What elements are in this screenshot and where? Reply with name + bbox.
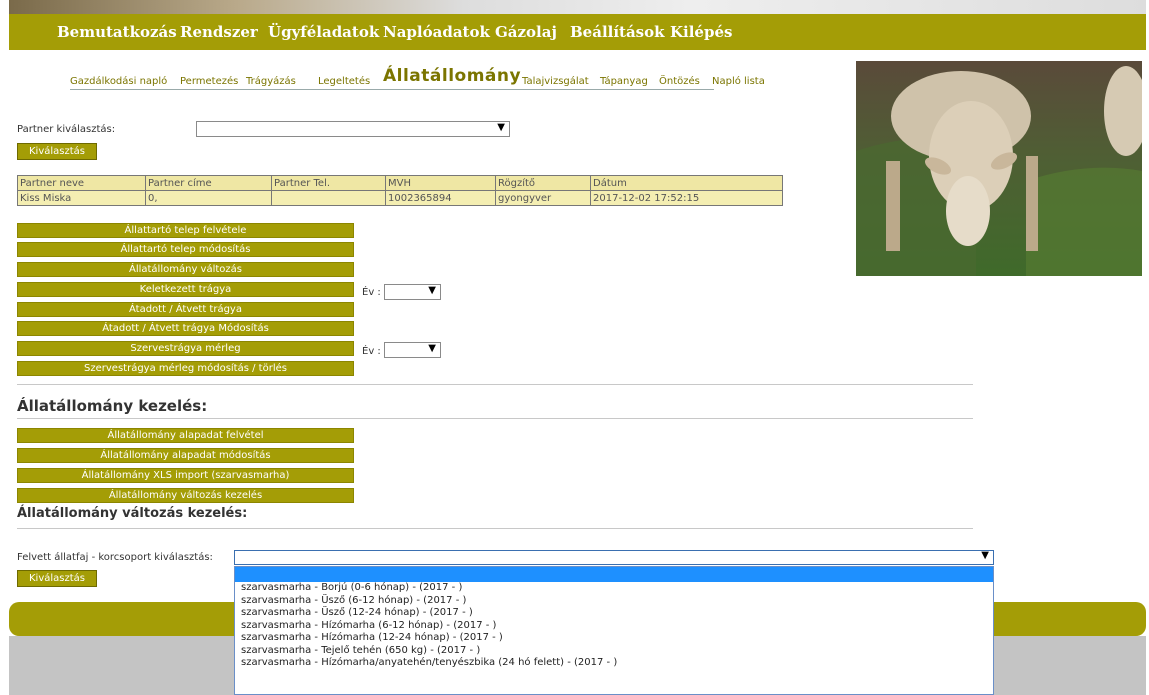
dropdown-option[interactable]: szarvasmarha - Hízómarha (12-24 hónap) -…	[235, 632, 993, 645]
submenu-allatallomany-active[interactable]: Állatállomány	[383, 66, 521, 86]
menu-item-gazolaj[interactable]: Gázolaj	[495, 23, 557, 41]
table-cell: 1002365894	[385, 190, 496, 206]
year-label: Év :	[362, 287, 381, 298]
partner-select[interactable]: ▼	[196, 121, 510, 137]
dropdown-option[interactable]: szarvasmarha - Üsző (6-12 hónap) - (2017…	[235, 595, 993, 608]
atadott-atvett-tragya-modositas-button[interactable]: Átadott / Átvett trágya Módosítás	[17, 321, 354, 336]
section-title-allatallomany-kezeles: Állatállomány kezelés:	[17, 397, 208, 415]
table-cell: 2017-12-02 17:52:15	[590, 190, 783, 206]
menu-item-beallitasok[interactable]: Beállítások	[570, 23, 665, 41]
alapadat-modositas-button[interactable]: Állatállomány alapadat módosítás	[17, 448, 354, 463]
menu-item-rendszer[interactable]: Rendszer	[180, 23, 258, 41]
submenu-legeltetes[interactable]: Legeltetés	[318, 76, 370, 87]
header-banner-strip	[9, 0, 1146, 14]
table-cell: 0,	[145, 190, 272, 206]
dropdown-option[interactable]: szarvasmarha - Üsző (12-24 hónap) - (201…	[235, 607, 993, 620]
allatallomany-valtozas-button[interactable]: Állatállomány változás	[17, 262, 354, 277]
divider	[17, 528, 973, 529]
menu-item-bemutatkozas[interactable]: Bemutatkozás	[57, 23, 177, 41]
allatfaj-korcsoport-select[interactable]: ▼	[234, 550, 994, 565]
sheep-photo	[856, 61, 1142, 276]
submenu-gazdalkodasi-naplo[interactable]: Gazdálkodási napló	[70, 76, 167, 87]
valtozas-kezeles-button[interactable]: Állatállomány változás kezelés	[17, 488, 354, 503]
year-select-tragya[interactable]: ▼	[384, 284, 441, 300]
table-row[interactable]: Kiss Miska 0, 1002365894 gyongyver 2017-…	[17, 190, 783, 206]
allattarto-telep-felvetele-button[interactable]: Állattartó telep felvétele	[17, 223, 354, 238]
dropdown-option[interactable]: szarvasmarha - Hízómarha (6-12 hónap) - …	[235, 620, 993, 633]
table-header-row: Partner neve Partner címe Partner Tel. M…	[17, 175, 783, 191]
szervestragya-merleg-button[interactable]: Szervestrágya mérleg	[17, 341, 354, 356]
chevron-down-icon: ▼	[428, 285, 436, 296]
main-menu-bar: Bemutatkozás Rendszer Ügyféladatok Napló…	[9, 14, 1146, 50]
table-header-cell: Partner címe	[145, 175, 272, 191]
allattarto-telep-modositas-button[interactable]: Állattartó telep módosítás	[17, 242, 354, 257]
submenu-underline	[70, 89, 714, 90]
table-cell	[271, 190, 386, 206]
submenu-ontozes[interactable]: Öntözés	[659, 76, 700, 87]
year-label: Év :	[362, 346, 381, 357]
allatfaj-select-label: Felvett állatfaj - korcsoport kiválasztá…	[17, 552, 213, 563]
dropdown-option[interactable]: szarvasmarha - Tejelő tehén (650 kg) - (…	[235, 645, 993, 658]
table-cell: gyongyver	[495, 190, 591, 206]
keletkezett-tragya-button[interactable]: Keletkezett trágya	[17, 282, 354, 297]
table-header-cell: Rögzítő	[495, 175, 591, 191]
chevron-down-icon: ▼	[497, 122, 505, 133]
atadott-atvett-tragya-button[interactable]: Átadott / Átvett trágya	[17, 302, 354, 317]
submenu-naplo-lista[interactable]: Napló lista	[712, 76, 765, 87]
partner-table: Partner neve Partner címe Partner Tel. M…	[17, 175, 783, 206]
divider	[17, 418, 973, 419]
table-header-cell: MVH	[385, 175, 496, 191]
table-header-cell: Partner neve	[17, 175, 146, 191]
chevron-down-icon: ▼	[428, 343, 436, 354]
dropdown-option[interactable]: szarvasmarha - Hízómarha/anyatehén/tenyé…	[235, 657, 993, 670]
chevron-down-icon: ▼	[981, 550, 989, 561]
xls-import-button[interactable]: Állatállomány XLS import (szarvasmarha)	[17, 468, 354, 483]
submenu-permetezes[interactable]: Permetezés	[180, 76, 238, 87]
section-title-valtozas-kezeles: Állatállomány változás kezelés:	[17, 506, 248, 521]
submenu-talajvizsgalat[interactable]: Talajvizsgálat	[522, 76, 589, 87]
menu-item-kilepes[interactable]: Kilépés	[670, 23, 732, 41]
menu-item-naploadatok[interactable]: Naplóadatok	[383, 23, 490, 41]
dropdown-option-selected[interactable]	[235, 567, 993, 582]
allatfaj-select-button[interactable]: Kiválasztás	[17, 570, 97, 587]
table-header-cell: Dátum	[590, 175, 783, 191]
allatfaj-dropdown-list[interactable]: szarvasmarha - Borjú (0-6 hónap) - (2017…	[234, 566, 994, 695]
partner-select-label: Partner kiválasztás:	[17, 124, 116, 135]
submenu-tragyazas[interactable]: Trágyázás	[246, 76, 296, 87]
partner-select-button[interactable]: Kiválasztás	[17, 143, 97, 160]
alapadat-felvetel-button[interactable]: Állatállomány alapadat felvétel	[17, 428, 354, 443]
table-header-cell: Partner Tel.	[271, 175, 386, 191]
submenu-tapanyag[interactable]: Tápanyag	[600, 76, 648, 87]
szervestragya-merleg-modositas-torles-button[interactable]: Szervestrágya mérleg módosítás / törlés	[17, 361, 354, 376]
divider	[17, 384, 973, 385]
menu-item-ugyfeladatok[interactable]: Ügyféladatok	[268, 23, 379, 41]
dropdown-option[interactable]: szarvasmarha - Borjú (0-6 hónap) - (2017…	[235, 582, 993, 595]
year-select-merleg[interactable]: ▼	[384, 342, 441, 358]
table-cell: Kiss Miska	[17, 190, 146, 206]
